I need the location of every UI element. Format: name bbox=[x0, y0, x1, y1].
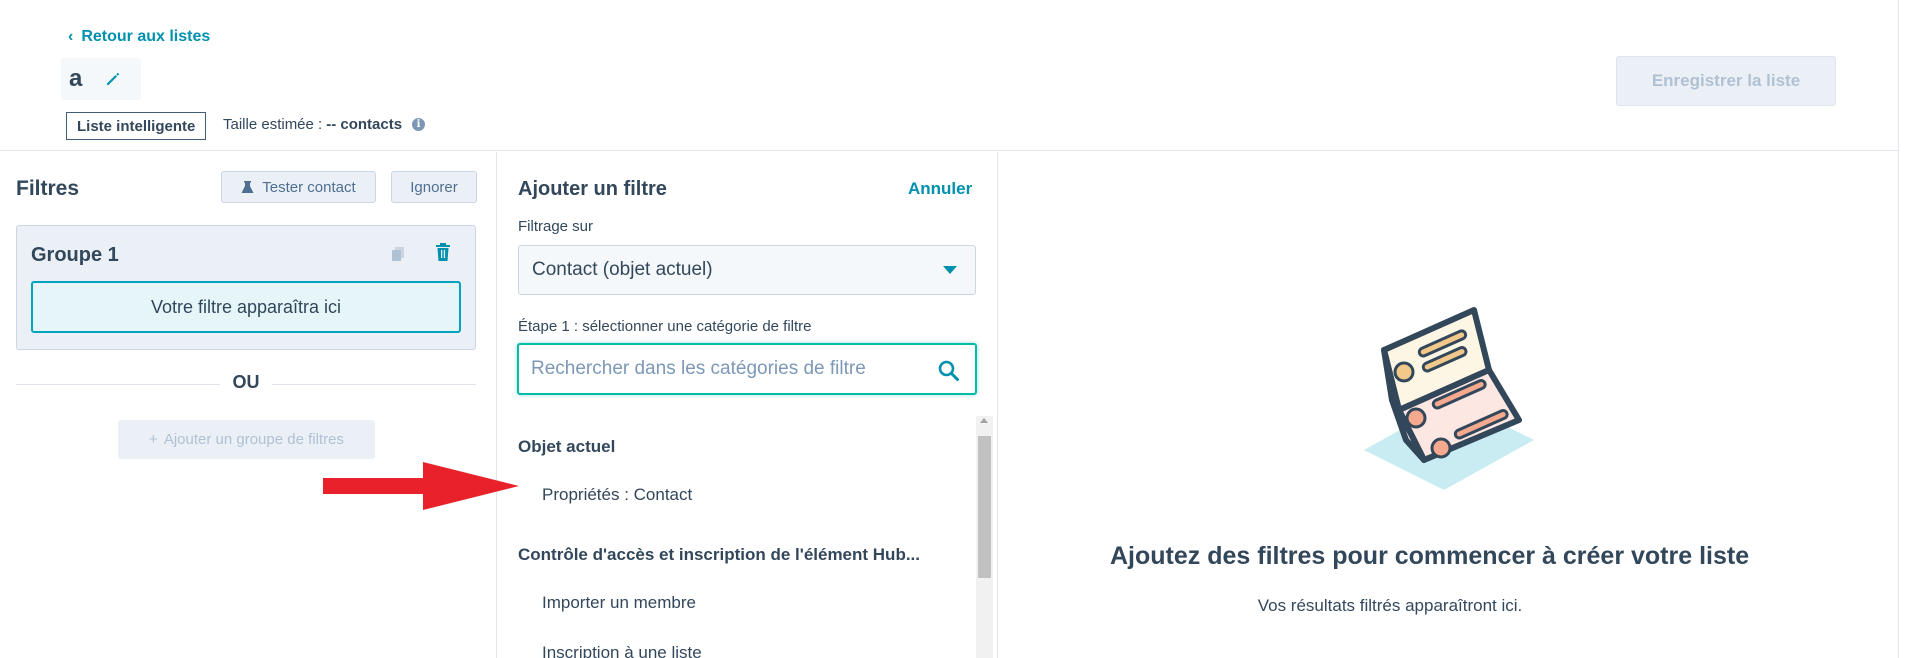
filtering-value: Contact (objet actuel) bbox=[532, 259, 713, 280]
estimated-size: Taille estimée : -- contacts i bbox=[223, 116, 426, 133]
category-search-input[interactable] bbox=[531, 345, 921, 393]
page-scrollbar[interactable] bbox=[1898, 0, 1916, 658]
add-group-label: Ajouter un groupe de filtres bbox=[163, 431, 344, 448]
back-to-lists-link[interactable]: ‹ Retour aux listes bbox=[68, 28, 210, 46]
list-item-contact-properties[interactable]: Propriétés : Contact bbox=[542, 485, 692, 505]
copy-icon[interactable] bbox=[389, 244, 407, 262]
scroll-thumb[interactable] bbox=[978, 436, 991, 578]
list-type-badge: Liste intelligente bbox=[66, 112, 207, 140]
info-icon[interactable]: i bbox=[412, 118, 426, 131]
scroll-up-arrow[interactable] bbox=[980, 418, 988, 423]
filter-placeholder: Votre filtre apparaîtra ici bbox=[31, 281, 461, 333]
cancel-link[interactable]: Annuler bbox=[908, 179, 972, 199]
filter-group-card: Groupe 1 Votre filtre apparaîtra ici bbox=[16, 225, 476, 350]
empty-state-subtitle: Vos résultats filtrés apparaîtront ici. bbox=[1257, 596, 1523, 615]
flask-icon bbox=[241, 181, 254, 193]
add-filter-group-button[interactable]: + Ajouter un groupe de filtres bbox=[118, 420, 375, 459]
results-panel: Ajoutez des filtres pour commencer à cré… bbox=[999, 152, 1916, 658]
add-filter-panel: Ajouter un filtre Annuler Filtrage sur C… bbox=[498, 152, 998, 658]
test-contact-label: Tester contact bbox=[262, 178, 356, 196]
category-search-box[interactable] bbox=[517, 343, 977, 395]
page-header: ‹ Retour aux listes a Enregistrer la lis… bbox=[0, 0, 1916, 151]
add-filter-title: Ajouter un filtre bbox=[518, 178, 667, 200]
back-link-label: Retour aux listes bbox=[81, 28, 211, 45]
search-icon bbox=[938, 360, 959, 381]
step-label: Étape 1 : sélectionner une catégorie de … bbox=[518, 318, 812, 335]
category-list-scrollbar[interactable] bbox=[976, 416, 993, 658]
caret-down-icon bbox=[943, 266, 957, 274]
section-title-current-object: Objet actuel bbox=[518, 437, 616, 456]
save-list-button[interactable]: Enregistrer la liste bbox=[1616, 56, 1836, 106]
plus-icon: + bbox=[149, 431, 158, 448]
empty-list-illustration bbox=[1364, 307, 1534, 490]
section-title-access-control: Contrôle d'accès et inscription de l'élé… bbox=[518, 545, 920, 564]
chevron-left-icon: ‹ bbox=[68, 28, 74, 45]
pencil-icon[interactable] bbox=[104, 70, 122, 88]
trash-icon[interactable] bbox=[434, 242, 452, 262]
list-item-import-member[interactable]: Importer un membre bbox=[542, 593, 696, 613]
filtering-object-select[interactable]: Contact (objet actuel) bbox=[518, 245, 976, 295]
filters-panel: Filtres Tester contact Ignorer Groupe 1 … bbox=[0, 152, 497, 658]
ignore-button[interactable]: Ignorer bbox=[391, 171, 477, 203]
or-label: OU bbox=[220, 372, 272, 393]
filters-title: Filtres bbox=[16, 177, 80, 200]
group-title: Groupe 1 bbox=[31, 244, 119, 266]
empty-state-title: Ajoutez des filtres pour commencer à cré… bbox=[1110, 542, 1750, 570]
list-item-list-membership[interactable]: Inscription à une liste bbox=[542, 643, 702, 658]
list-name: a bbox=[69, 65, 83, 92]
size-value: -- contacts bbox=[326, 116, 403, 133]
filtering-label: Filtrage sur bbox=[518, 218, 594, 235]
size-label: Taille estimée : bbox=[223, 116, 323, 133]
test-contact-button[interactable]: Tester contact bbox=[221, 171, 376, 203]
red-annotation-arrow bbox=[323, 462, 519, 510]
list-name-editor[interactable]: a bbox=[61, 58, 141, 100]
